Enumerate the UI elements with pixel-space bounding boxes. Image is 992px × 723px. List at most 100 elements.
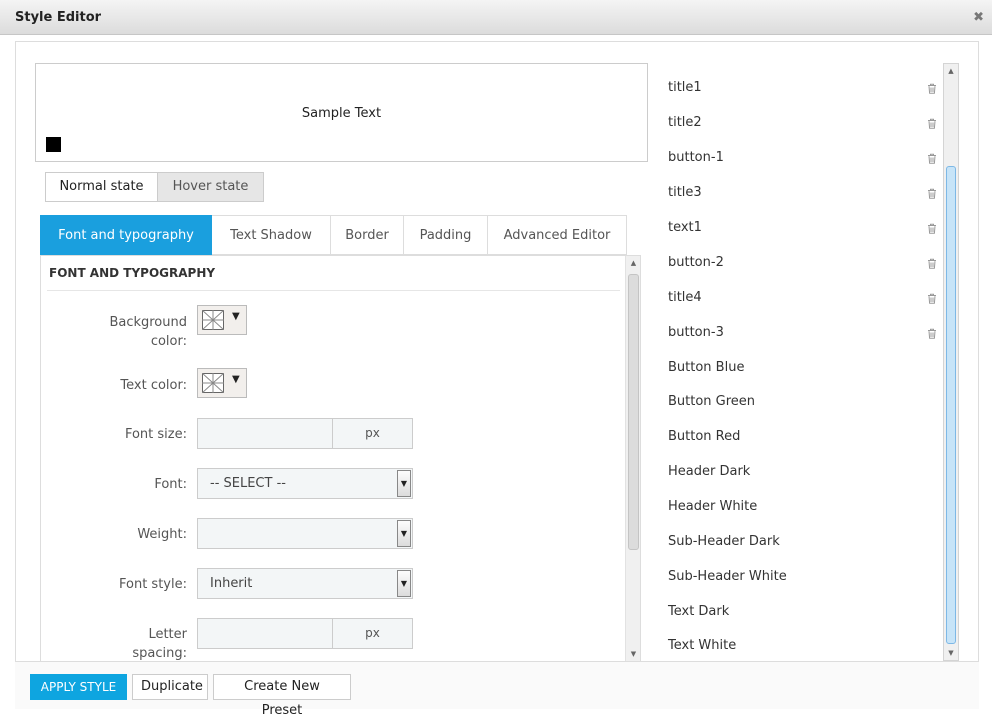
preset-item[interactable]: Button Green [655,385,943,420]
preset-name: text1 [668,220,702,235]
background-color-label: Background color: [41,313,187,351]
scroll-down-icon[interactable]: ▼ [626,647,640,661]
tab-font-typography[interactable]: Font and typography [40,215,212,255]
font-select[interactable]: -- SELECT -- ▼ [197,468,413,499]
tab-text-shadow[interactable]: Text Shadow [212,215,331,255]
font-size-field: px [197,418,413,449]
preset-name: title1 [668,80,702,95]
scroll-up-icon[interactable]: ▲ [944,64,958,78]
trash-icon[interactable] [927,223,937,234]
preset-name: button-1 [668,150,724,165]
preset-list: title1 title2 button-1 title3 text1 butt… [655,63,943,660]
preset-item[interactable]: Button Red [655,420,943,455]
preset-item[interactable]: title2 [655,106,943,141]
preset-item[interactable]: title3 [655,176,943,211]
preview-swatch [46,137,61,152]
trash-icon[interactable] [927,258,937,269]
preset-item[interactable]: title4 [655,281,943,316]
preset-name: Header Dark [668,464,751,479]
scroll-up-icon[interactable]: ▲ [626,256,640,270]
text-color-label: Text color: [120,378,187,393]
preset-list-scrollbar[interactable]: ▲ ▼ [943,63,959,661]
preset-item[interactable]: button-1 [655,141,943,176]
preset-item[interactable]: Sub-Header White [655,560,943,595]
preset-item[interactable]: Text Dark [655,595,943,630]
preset-name: Text White [668,638,737,653]
font-typography-panel: FONT AND TYPOGRAPHY Background color: ▼ … [40,255,641,662]
font-label: Font: [154,477,187,492]
dropdown-arrow-icon[interactable]: ▼ [397,570,411,597]
preset-item[interactable]: Sub-Header Dark [655,525,943,560]
preset-item[interactable]: Header Dark [655,455,943,490]
font-size-input[interactable] [198,419,333,448]
background-color-label-line1: Background [109,315,187,330]
duplicate-button[interactable]: Duplicate [132,674,208,700]
preset-name: Header White [668,499,758,514]
section-title: FONT AND TYPOGRAPHY [49,266,216,280]
preset-name: Button Red [668,429,741,444]
preset-name: button-2 [668,255,724,270]
sample-text: Sample Text [301,106,382,121]
background-color-picker[interactable]: ▼ [197,305,247,335]
letter-spacing-field: px [197,618,413,649]
trash-icon[interactable] [927,118,937,129]
preset-name: Button Blue [668,360,745,375]
preset-item[interactable]: button-2 [655,246,943,281]
letter-spacing-label: Letter spacing: [41,625,187,661]
window-title: Style Editor [15,10,102,25]
preset-name: title2 [668,115,702,130]
letter-spacing-label-line2: spacing: [132,646,187,661]
apply-style-button[interactable]: APPLY STYLE [30,674,127,700]
trash-icon[interactable] [927,83,937,94]
text-color-picker[interactable]: ▼ [197,368,247,398]
close-icon[interactable]: ✖ [973,10,984,25]
editor-scrollbar-thumb[interactable] [628,274,639,550]
tab-advanced-editor[interactable]: Advanced Editor [488,215,627,255]
tab-border[interactable]: Border [331,215,404,255]
editor-scrollbar[interactable]: ▲ ▼ [625,256,640,661]
font-size-unit: px [332,419,412,448]
trash-icon[interactable] [927,188,937,199]
preset-item[interactable]: Text White [655,629,943,660]
preset-item[interactable]: button-3 [655,316,943,351]
weight-select[interactable]: ▼ [197,518,413,549]
normal-state-button[interactable]: Normal state [45,172,158,202]
scroll-down-icon[interactable]: ▼ [944,646,958,660]
preset-name: title4 [668,290,702,305]
preset-item[interactable]: Header White [655,490,943,525]
preset-name: title3 [668,185,702,200]
preset-item[interactable]: Button Blue [655,351,943,386]
chevron-down-icon: ▼ [232,374,240,385]
letter-spacing-unit: px [332,619,412,648]
tab-padding[interactable]: Padding [404,215,488,255]
preset-name: Text Dark [668,604,730,619]
no-color-icon [202,310,224,330]
chevron-down-icon: ▼ [232,311,240,322]
font-select-value: -- SELECT -- [210,476,286,491]
section-divider [47,290,620,291]
letter-spacing-label-line1: Letter [148,627,187,642]
dropdown-arrow-icon[interactable]: ▼ [397,520,411,547]
weight-label: Weight: [137,527,187,542]
preset-item[interactable]: title1 [655,71,943,106]
preset-list-scrollbar-thumb[interactable] [946,166,956,644]
letter-spacing-input[interactable] [198,619,333,648]
trash-icon[interactable] [927,153,937,164]
font-size-label: Font size: [124,427,187,442]
preset-name: Sub-Header White [668,569,787,584]
preset-name: button-3 [668,325,724,340]
background-color-label-line2: color: [150,334,187,349]
font-style-select-value: Inherit [210,576,253,591]
preset-item[interactable]: text1 [655,211,943,246]
hover-state-button[interactable]: Hover state [157,172,264,202]
trash-icon[interactable] [927,293,937,304]
preview-box: Sample Text [35,63,648,162]
window-titlebar: Style Editor ✖ [0,0,992,35]
create-new-preset-button[interactable]: Create New Preset [213,674,351,718]
preset-name: Button Green [668,394,756,409]
font-style-label: Font style: [119,577,187,592]
dropdown-arrow-icon[interactable]: ▼ [397,470,411,497]
trash-icon[interactable] [927,328,937,339]
font-style-select[interactable]: Inherit ▼ [197,568,413,599]
no-color-icon [202,373,224,393]
